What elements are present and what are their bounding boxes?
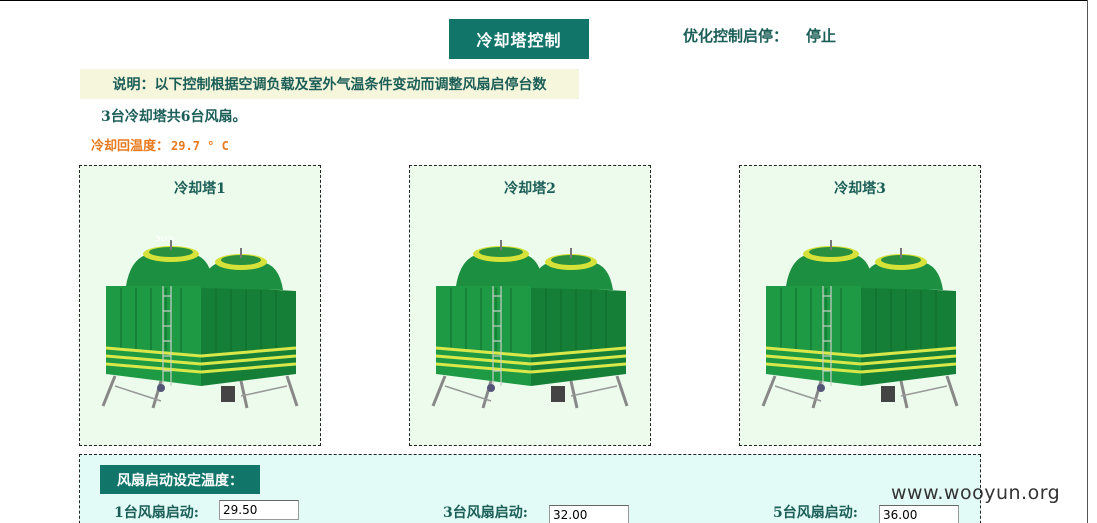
cooling-tower-image-1[interactable]: 50% [101,236,301,411]
return-temperature-label: 冷却回温度： [91,139,170,154]
tower-panel-2: 冷却塔2 [409,165,651,446]
watermark-text: www.wooyun.org [891,482,1061,504]
optimize-control-label: 优化控制启停： [683,27,789,45]
fan-5-start-label: 5台风扇启动: [773,505,858,521]
control-description-note: 说明：以下控制根据空调负载及室外气温条件变动而调整风扇启停台数 [80,69,579,99]
fan-1-start-input[interactable] [219,500,299,520]
fan-start-settings-panel: 风扇启动设定温度： 1台风扇启动: 3台风扇启动: 5台风扇启动: [79,454,981,523]
fan-start-settings-header: 风扇启动设定温度： [100,465,260,494]
cooling-tower-image-2[interactable] [431,236,631,411]
cooling-tower-image-3[interactable] [761,236,961,411]
fan-1-start-label: 1台风扇启动: [114,505,199,521]
tower-name-1: 冷却塔1 [174,181,226,197]
window-top-border [0,0,1088,1]
tower-fan-summary: 3台冷却塔共6台风扇。 [101,109,247,125]
return-temperature-readout: 冷却回温度： 29.7 ° C [91,135,229,154]
tower-name-2: 冷却塔2 [504,181,556,197]
tower-panel-1: 冷却塔1 50% [79,165,321,446]
tower-name-3: 冷却塔3 [834,181,886,197]
optimize-control-status[interactable]: 停止 [806,25,836,46]
window-right-border [1087,0,1088,523]
return-temperature-value: 29.7 ° C [171,139,229,153]
fan-speed-label: 50% [155,236,175,244]
cooling-tower-control-button[interactable]: 冷却塔控制 [449,19,589,59]
fan-3-start-input[interactable] [549,505,629,523]
fan-3-start-label: 3台风扇启动: [443,505,528,521]
tower-panel-3: 冷却塔3 [739,165,981,446]
fan-5-start-input[interactable] [879,505,959,523]
